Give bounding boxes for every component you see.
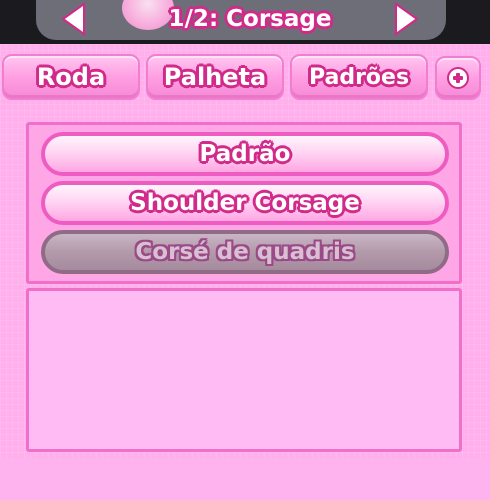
option-label: Shoulder Corsage (130, 190, 360, 216)
prev-button[interactable] (56, 0, 90, 38)
page-title: 1/2: Corsage (168, 6, 332, 32)
option-shoulder-corsage-button[interactable]: Shoulder Corsage (41, 181, 449, 225)
arrow-right-icon (395, 2, 419, 36)
option-label: Corsé de quadris (135, 239, 355, 265)
option-padrao-button[interactable]: Padrão (41, 132, 449, 176)
tab-roda[interactable]: Roda (2, 54, 140, 100)
option-label: Padrão (199, 141, 291, 167)
next-button[interactable] (390, 0, 424, 38)
tab-label: Palheta (163, 63, 267, 91)
bottom-strip (0, 458, 490, 500)
option-corse-de-quadris-button[interactable]: Corsé de quadris (41, 230, 449, 274)
tab-label: Roda (36, 63, 106, 91)
plus-icon (447, 67, 469, 89)
options-list: Padrão Shoulder Corsage Corsé de quadris (26, 122, 462, 284)
tab-label: Padrões (308, 64, 410, 90)
tab-padroes[interactable]: Padrões (290, 54, 428, 100)
add-tab-button[interactable] (435, 56, 481, 100)
preview-area (26, 288, 462, 452)
tab-palheta[interactable]: Palheta (146, 54, 284, 100)
arrow-left-icon (61, 2, 85, 36)
